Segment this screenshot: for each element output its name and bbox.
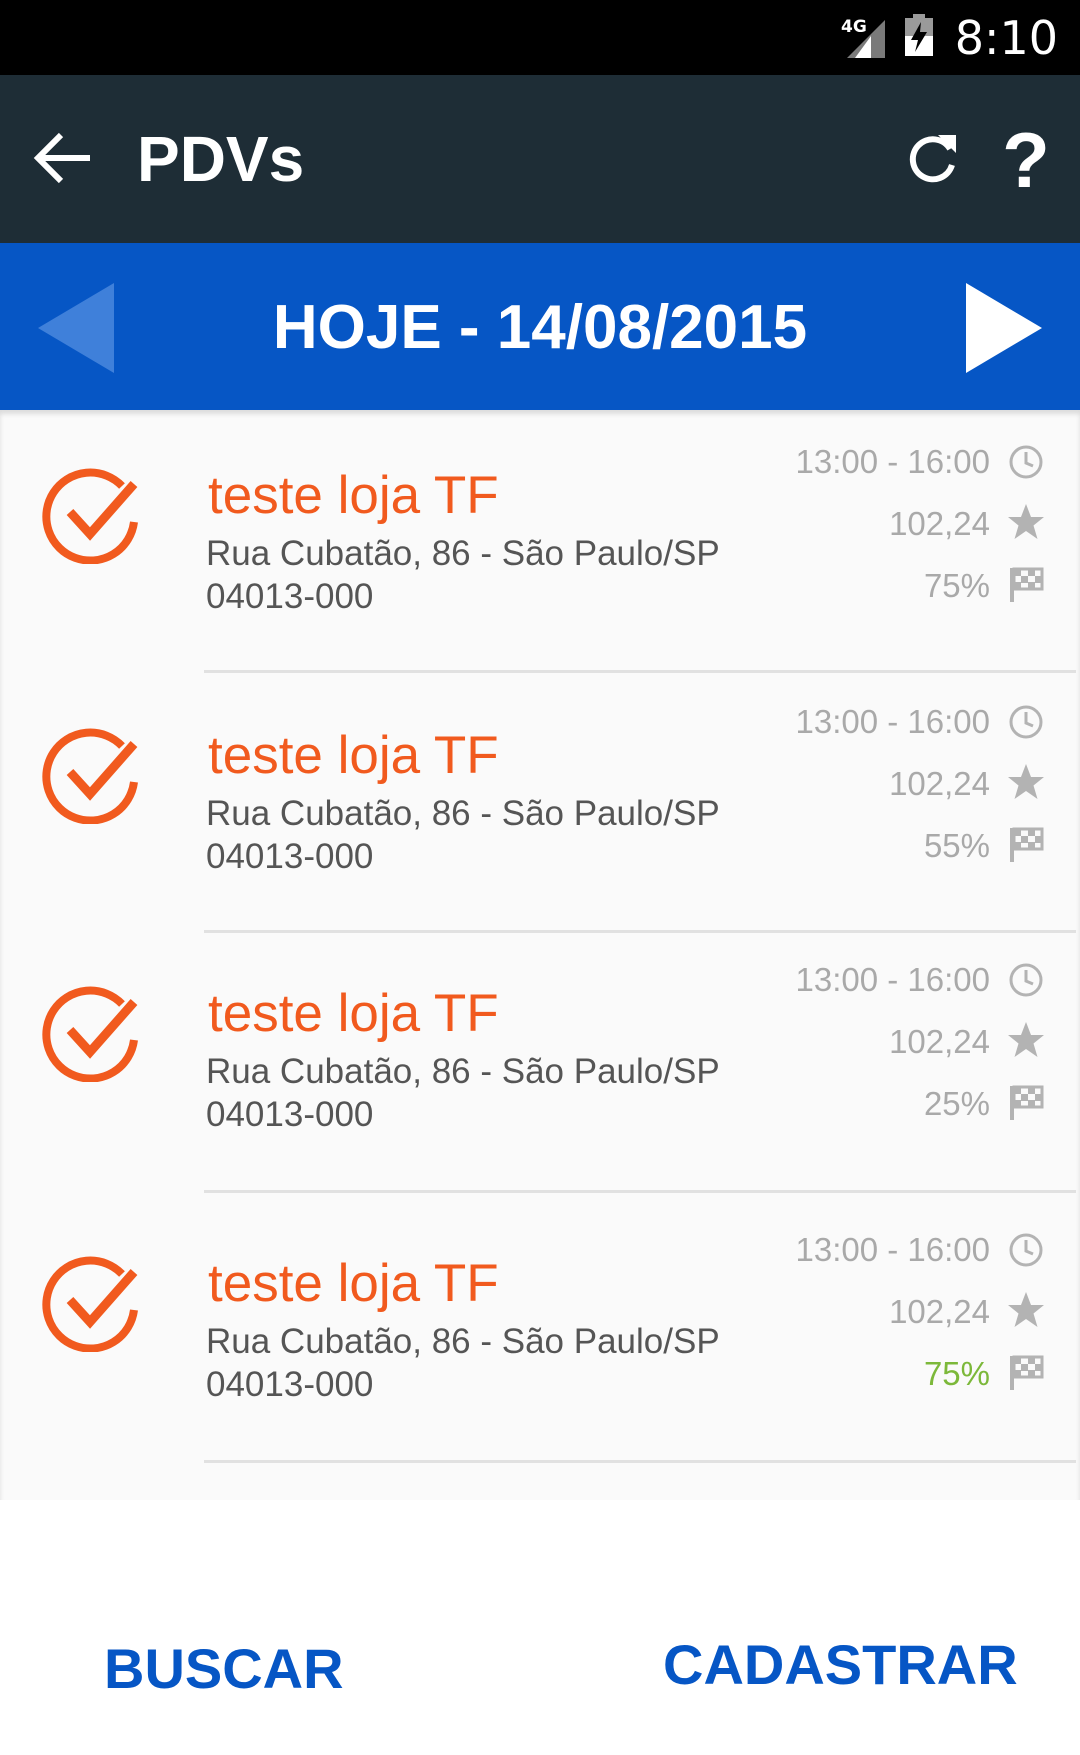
back-arrow-icon[interactable]	[32, 125, 98, 191]
pdv-address: Rua Cubatão, 86 - São Paulo/SP	[206, 1322, 720, 1361]
pdv-name: teste loja TF	[208, 726, 499, 785]
pdv-time-window: 13:00 - 16:00	[795, 703, 991, 740]
check-circle-icon	[40, 464, 140, 565]
star-icon	[1006, 762, 1046, 802]
battery-icon	[904, 14, 933, 61]
search-button[interactable]: BUSCAR	[104, 1637, 344, 1701]
clock-icon	[1006, 1230, 1046, 1270]
star-icon	[1006, 1290, 1046, 1330]
clock-icon	[1006, 442, 1046, 482]
pdv-score: 102,24	[889, 1023, 990, 1060]
pdv-score: 102,24	[889, 505, 990, 542]
pdv-address: Rua Cubatão, 86 - São Paulo/SP	[206, 1052, 720, 1091]
list-divider	[204, 1460, 1076, 1463]
list-divider	[204, 670, 1076, 673]
checkered-flag-icon	[1006, 1082, 1046, 1122]
check-circle-icon	[40, 724, 140, 825]
pdv-progress: 75%	[923, 1355, 990, 1392]
pdv-progress: 25%	[923, 1085, 990, 1122]
pdv-time-window: 13:00 - 16:00	[795, 961, 991, 998]
bottom-actions: BUSCAR CADASTRAR	[0, 1500, 1080, 1755]
pdv-progress: 75%	[923, 567, 990, 604]
pdv-name: teste loja TF	[208, 1254, 499, 1313]
list-divider	[204, 930, 1076, 933]
svg-text:4G: 4G	[841, 17, 867, 37]
help-button[interactable]: ?	[998, 115, 1054, 205]
pdv-name: teste loja TF	[208, 466, 499, 525]
checkered-flag-icon	[1006, 824, 1046, 864]
pdv-time-window: 13:00 - 16:00	[795, 443, 991, 480]
next-day-arrow-icon[interactable]	[964, 283, 1044, 373]
clock-icon	[1006, 702, 1046, 742]
check-circle-icon	[40, 982, 140, 1083]
previous-day-arrow-icon[interactable]	[38, 283, 118, 373]
pdv-list-item[interactable]: teste loja TF Rua Cubatão, 86 - São Paul…	[0, 692, 1080, 952]
pdv-list-item[interactable]: teste loja TF Rua Cubatão, 86 - São Paul…	[0, 432, 1080, 692]
page-title: PDVs	[137, 123, 305, 195]
pdv-zip-code: 04013-000	[206, 1365, 374, 1404]
pdv-name: teste loja TF	[208, 984, 499, 1043]
pdv-score: 102,24	[889, 1293, 990, 1330]
star-icon	[1006, 502, 1046, 542]
checkered-flag-icon	[1006, 1352, 1046, 1392]
status-time: 8:10	[954, 10, 1058, 65]
pdv-progress: 55%	[923, 827, 990, 864]
pdv-list-item[interactable]: teste loja TF Rua Cubatão, 86 - São Paul…	[0, 1220, 1080, 1480]
pdv-score: 102,24	[889, 765, 990, 802]
pdv-time-window: 13:00 - 16:00	[795, 1231, 991, 1268]
refresh-icon[interactable]	[900, 127, 964, 191]
pdv-list: teste loja TF Rua Cubatão, 86 - São Paul…	[0, 410, 1080, 1500]
pdv-zip-code: 04013-000	[206, 1095, 374, 1134]
pdv-list-item[interactable]: teste loja TF Rua Cubatão, 86 - São Paul…	[0, 950, 1080, 1210]
register-button[interactable]: CADASTRAR	[663, 1633, 1018, 1697]
star-icon	[1006, 1020, 1046, 1060]
app-bar: PDVs ?	[0, 75, 1080, 243]
list-divider	[204, 1190, 1076, 1193]
checkered-flag-icon	[1006, 564, 1046, 604]
current-date-label: HOJE - 14/08/2015	[272, 293, 808, 362]
check-circle-icon	[40, 1252, 140, 1353]
clock-icon	[1006, 960, 1046, 1000]
status-bar: 4G 8:10	[0, 0, 1080, 75]
pdv-zip-code: 04013-000	[206, 837, 374, 876]
pdv-address: Rua Cubatão, 86 - São Paulo/SP	[206, 794, 720, 833]
network-signal-icon: 4G	[841, 16, 889, 60]
pdv-address: Rua Cubatão, 86 - São Paulo/SP	[206, 534, 720, 573]
date-navigation: HOJE - 14/08/2015	[0, 243, 1080, 410]
pdv-zip-code: 04013-000	[206, 577, 374, 616]
